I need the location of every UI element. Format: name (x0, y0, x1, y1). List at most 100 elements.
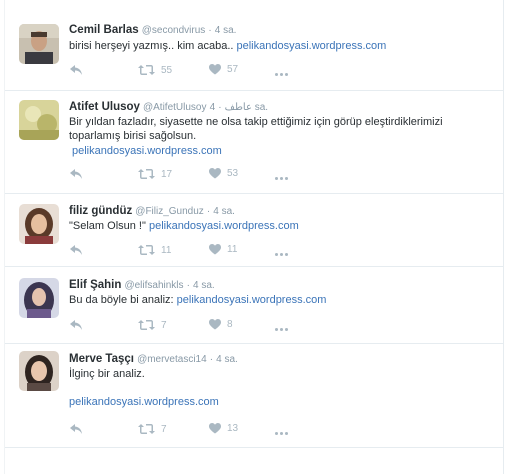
heart-icon (209, 64, 221, 75)
retweet-icon (138, 423, 155, 435)
like-button[interactable]: 11 (209, 244, 237, 255)
separator: · (206, 206, 211, 217)
tweet-text-content: İlginç bir analiz. (69, 368, 145, 380)
retweet-count: 11 (161, 244, 172, 256)
heart-icon (209, 319, 221, 330)
timestamp[interactable]: 4 sa. (213, 206, 235, 217)
tweet[interactable]: Cemil Barlas @secondvirus · 4 sa. birisi… (5, 0, 503, 91)
tweet[interactable]: Elif Şahin @elifsahinkls · 4 sa. Bu da b… (5, 266, 503, 344)
tweet-text: birisi herşeyi yazmış.. kim acaba.. peli… (69, 39, 479, 53)
tweet-link[interactable]: pelikandosyasi.wordpress.com (149, 220, 299, 232)
retweet-button[interactable]: 7 (138, 319, 167, 331)
more-dots-icon[interactable] (275, 427, 291, 435)
retweet-icon (138, 319, 155, 331)
retweet-count: 7 (161, 423, 167, 435)
tweet-actions: 55 57 (69, 64, 329, 80)
retweet-button[interactable]: 55 (138, 64, 172, 76)
avatar[interactable] (19, 278, 59, 318)
like-count: 57 (227, 64, 239, 75)
reply-arrow-icon (69, 319, 83, 331)
display-name[interactable]: Atifet Ulusoy (69, 101, 140, 113)
like-button[interactable]: 57 (209, 64, 238, 75)
retweet-icon (138, 64, 155, 76)
tweet[interactable]: Merve Taşçı @mervetasci14 · 4 sa. İlginç… (5, 343, 503, 448)
tweet-header: Cemil Barlas @secondvirus · 4 sa. (69, 23, 236, 38)
reply-button[interactable] (69, 423, 83, 435)
more-dots-icon[interactable] (275, 248, 291, 256)
tweet-actions: 17 53 (69, 168, 329, 184)
retweet-count: 55 (161, 64, 173, 76)
retweet-count: 7 (161, 319, 167, 331)
retweet-icon (138, 244, 155, 256)
tweet-link[interactable]: pelikandosyasi.wordpress.com (72, 145, 222, 157)
avatar[interactable] (19, 351, 59, 391)
display-name[interactable]: Merve Taşçı (69, 353, 134, 365)
tweet-header: Merve Taşçı @mervetasci14 · 4 sa. (69, 352, 238, 367)
reply-arrow-icon (69, 168, 83, 180)
reply-arrow-icon (69, 423, 83, 435)
like-button[interactable]: 53 (209, 168, 238, 179)
tweet-header: filiz gündüz @Filiz_Gunduz · 4 sa. (69, 204, 235, 219)
heart-icon (209, 168, 221, 179)
tweet-actions: 7 13 (69, 423, 329, 439)
like-count: 8 (227, 319, 233, 330)
more-dots-icon[interactable] (275, 68, 291, 76)
tweet-header: Elif Şahin @elifsahinkls · 4 sa. (69, 278, 215, 293)
like-count: 53 (227, 168, 239, 179)
tweet-actions: 7 8 (69, 319, 329, 335)
separator: · (218, 102, 222, 113)
tweet-text-content: birisi herşeyi yazmış.. kim acaba.. (69, 40, 237, 52)
tweet-text: "Selam Olsun !" pelikandosyasi.wordpress… (69, 219, 479, 233)
user-handle[interactable]: @Filiz_Gunduz (135, 206, 204, 217)
timeline: Cemil Barlas @secondvirus · 4 sa. birisi… (4, 0, 504, 474)
like-count: 13 (227, 423, 239, 434)
retweet-button[interactable]: 11 (138, 244, 171, 256)
reply-button[interactable] (69, 319, 83, 331)
user-handle[interactable]: @AtifetUlusoy (143, 102, 207, 113)
like-button[interactable]: 8 (209, 319, 233, 330)
reply-arrow-icon (69, 244, 83, 256)
tweet-text: İlginç bir analiz. pelikandosyasi.wordpr… (69, 367, 479, 409)
tweet-text-content: Bir yıldan fazladır, siyasette ne olsa t… (69, 116, 443, 142)
user-handle[interactable]: @elifsahinkls (124, 280, 183, 291)
separator: · (209, 354, 214, 365)
tweet[interactable]: filiz gündüz @Filiz_Gunduz · 4 sa. "Sela… (5, 193, 503, 267)
tweet-text-content: Bu da böyle bi analiz: (69, 294, 177, 306)
reply-button[interactable] (69, 64, 83, 76)
more-dots-icon[interactable] (275, 172, 291, 180)
tweet-actions: 11 11 (69, 244, 329, 260)
tweet-link[interactable]: pelikandosyasi.wordpress.com (69, 396, 219, 408)
reply-button[interactable] (69, 168, 83, 180)
tweet-text-content: "Selam Olsun !" (69, 220, 149, 232)
like-count: 11 (227, 244, 238, 255)
tweet-link[interactable]: pelikandosyasi.wordpress.com (177, 294, 327, 306)
tweet-link[interactable]: pelikandosyasi.wordpress.com (237, 40, 387, 52)
user-handle[interactable]: @secondvirus (142, 25, 206, 36)
like-button[interactable]: 13 (209, 423, 238, 434)
retweet-icon (138, 168, 155, 180)
avatar[interactable] (19, 100, 59, 140)
timestamp[interactable]: 4 sa. (216, 354, 238, 365)
display-name[interactable]: filiz gündüz (69, 205, 132, 217)
display-name[interactable]: Elif Şahin (69, 279, 121, 291)
retweet-button[interactable]: 7 (138, 423, 167, 435)
separator: · (208, 25, 212, 36)
display-name[interactable]: Cemil Barlas (69, 24, 139, 36)
tweet-text: Bu da böyle bi analiz: pelikandosyasi.wo… (69, 293, 479, 307)
tweet-header: Atifet Ulusoy @AtifetUlusoy عاطف · 4 sa. (69, 100, 268, 115)
retweet-button[interactable]: 17 (138, 168, 172, 180)
tweet[interactable]: Atifet Ulusoy @AtifetUlusoy عاطف · 4 sa.… (5, 90, 503, 194)
handle-extra: عاطف (224, 102, 252, 113)
reply-arrow-icon (69, 64, 83, 76)
timestamp[interactable]: 4 sa. (193, 280, 215, 291)
retweet-count: 17 (161, 168, 173, 180)
separator: · (186, 280, 190, 291)
reply-button[interactable] (69, 244, 83, 256)
timestamp[interactable]: 4 sa. (215, 25, 237, 36)
heart-icon (209, 423, 221, 434)
more-dots-icon[interactable] (275, 323, 291, 331)
user-handle[interactable]: @mervetasci14 (137, 354, 207, 365)
tweet-text: Bir yıldan fazladır, siyasette ne olsa t… (69, 115, 484, 158)
avatar[interactable] (19, 24, 59, 64)
avatar[interactable] (19, 204, 59, 244)
